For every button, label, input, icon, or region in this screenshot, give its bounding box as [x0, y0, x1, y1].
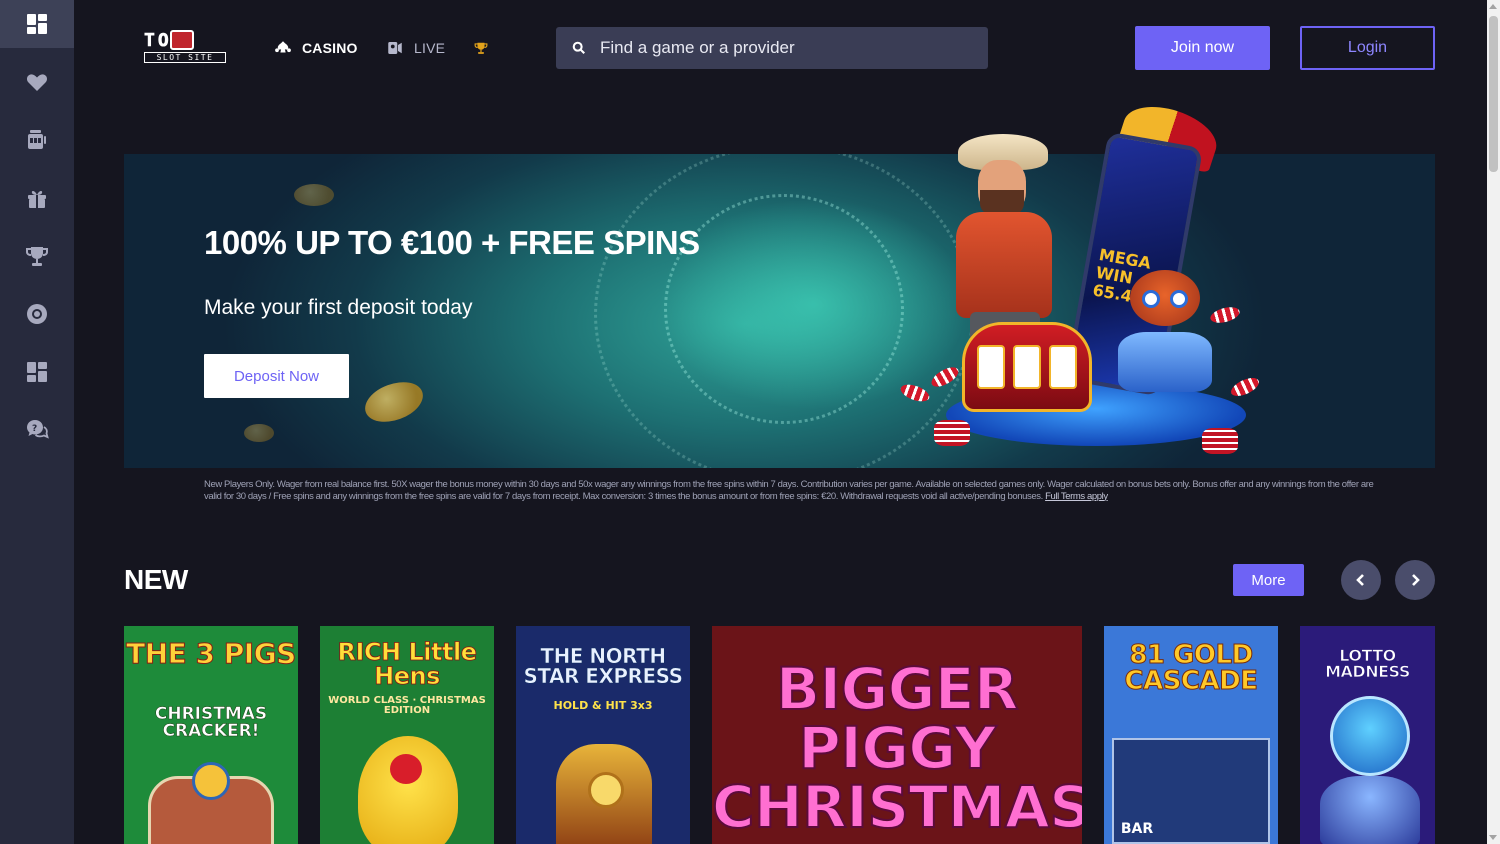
nav-tournaments[interactable]	[474, 36, 498, 60]
game-card[interactable]: 81 GOLD CASCADE BAR	[1104, 626, 1278, 844]
reel-decoration	[1013, 345, 1041, 389]
game-card[interactable]: THE 3 PIGS CHRISTMAS CRACKER!	[124, 626, 298, 844]
login-button[interactable]: Login	[1300, 26, 1435, 70]
trophy-icon	[26, 247, 48, 266]
sidebar-item-help[interactable]: ?	[0, 406, 74, 454]
reel-decoration	[1049, 345, 1077, 389]
alien-eye-decoration	[1170, 290, 1188, 308]
chip-stack-decoration	[934, 420, 970, 446]
game-title: THE 3 PIGS	[126, 637, 297, 670]
game-title: LOTTO MADNESS	[1325, 646, 1411, 681]
nav-live[interactable]: LIVE	[386, 36, 445, 60]
reel-decoration	[977, 345, 1005, 389]
scroll-thumb[interactable]	[1489, 16, 1498, 172]
nav-casino[interactable]: CASINO	[274, 36, 358, 60]
banner-artwork: MEGA WIN 65.45	[890, 94, 1280, 470]
sidebar-item-support[interactable]	[0, 290, 74, 338]
sidebar-item-categories[interactable]	[0, 348, 74, 396]
sidebar-item-promotions[interactable]	[0, 174, 74, 222]
coin-decoration	[294, 184, 334, 206]
casino-chip-decoration	[1208, 304, 1242, 326]
sidebar-item-slots[interactable]	[0, 116, 74, 164]
chevron-right-icon	[1412, 574, 1420, 586]
game-art	[1320, 776, 1420, 844]
game-card[interactable]: RICH Little Hens WORLD CLASS · CHRISTMAS…	[320, 626, 494, 844]
sidebar: ?	[0, 0, 74, 844]
coin-decoration	[359, 374, 429, 430]
live-dealer-icon	[388, 42, 402, 54]
game-title: 81 GOLD CASCADE	[1124, 640, 1258, 696]
banner-title: 100% UP TO €100 + FREE SPINS	[204, 224, 700, 261]
sidebar-item-favorites[interactable]	[0, 58, 74, 106]
game-title: RICH Little Hens	[337, 638, 477, 690]
slot-machine-illustration	[962, 322, 1092, 412]
game-subtitle: WORLD CLASS · CHRISTMAS EDITION	[328, 695, 486, 716]
site-logo[interactable]: TOP SLOT SITE	[144, 30, 228, 64]
svg-text:?: ?	[32, 424, 37, 434]
logo-bottom-text: SLOT SITE	[144, 52, 226, 63]
game-symbol: BAR	[1120, 821, 1154, 837]
chevron-left-icon	[1356, 574, 1364, 586]
nav-casino-label: CASINO	[302, 40, 358, 56]
carousel-prev-button[interactable]	[1341, 560, 1381, 600]
alien-decoration	[1130, 270, 1200, 326]
help-chat-icon: ?	[27, 420, 49, 439]
nav-live-label: LIVE	[414, 40, 446, 56]
full-terms-link[interactable]: Full Terms apply	[1045, 491, 1108, 502]
search-icon	[572, 41, 585, 54]
game-art	[358, 736, 458, 844]
game-title: BIGGER PIGGY CHRISTMAS	[712, 655, 1082, 842]
casino-chip-decoration	[898, 381, 932, 405]
join-now-button[interactable]: Join now	[1135, 26, 1270, 70]
deposit-now-button[interactable]: Deposit Now	[204, 354, 349, 398]
gift-icon	[28, 190, 46, 208]
casino-chip-decoration	[928, 363, 962, 391]
game-card[interactable]: LOTTO MADNESS	[1300, 626, 1435, 844]
logo-slot-icon	[170, 30, 194, 50]
more-button[interactable]: More	[1233, 564, 1304, 596]
game-subtitle: HOLD & HIT 3x3	[553, 699, 653, 712]
casino-chip-decoration	[1228, 374, 1262, 400]
scroll-down-arrow-icon[interactable]	[1489, 835, 1497, 840]
game-title: THE NORTH STAR EXPRESS	[523, 644, 683, 688]
heart-icon	[26, 74, 48, 91]
game-art	[588, 772, 624, 808]
trophy-icon	[474, 42, 488, 54]
cards-icon	[275, 41, 291, 53]
sidebar-item-dashboard[interactable]	[0, 0, 74, 48]
dashboard-icon	[27, 14, 47, 34]
scroll-up-arrow-icon[interactable]	[1489, 4, 1497, 9]
page-scrollbar[interactable]	[1487, 0, 1500, 844]
game-card[interactable]: BIGGER PIGGY CHRISTMAS	[712, 626, 1082, 844]
game-subtitle: CHRISTMAS CRACKER!	[154, 704, 268, 741]
alien-eye-decoration	[1142, 290, 1160, 308]
dashboard-icon	[27, 362, 47, 382]
game-art	[390, 754, 422, 784]
search-input[interactable]	[600, 38, 960, 58]
bonus-terms-text: New Players Only. Wager from real balanc…	[204, 479, 1374, 502]
banner-subtitle: Make your first deposit today	[204, 296, 473, 319]
chip-stack-decoration	[1202, 428, 1238, 454]
game-art	[1330, 696, 1410, 776]
lifebuoy-icon	[27, 304, 47, 324]
search-bar[interactable]	[556, 27, 988, 69]
carousel-next-button[interactable]	[1395, 560, 1435, 600]
game-art	[192, 762, 230, 800]
banner-decoration	[664, 194, 904, 424]
coin-decoration	[244, 424, 274, 442]
slot-machine-icon	[28, 130, 46, 149]
ufo-decoration	[1118, 332, 1212, 392]
cowboy-body-decoration	[956, 212, 1052, 318]
bonus-terms: New Players Only. Wager from real balanc…	[204, 479, 1374, 502]
section-title-new: NEW	[124, 564, 188, 595]
game-card[interactable]: THE NORTH STAR EXPRESS HOLD & HIT 3x3	[516, 626, 690, 844]
sidebar-item-tournaments[interactable]	[0, 232, 74, 280]
